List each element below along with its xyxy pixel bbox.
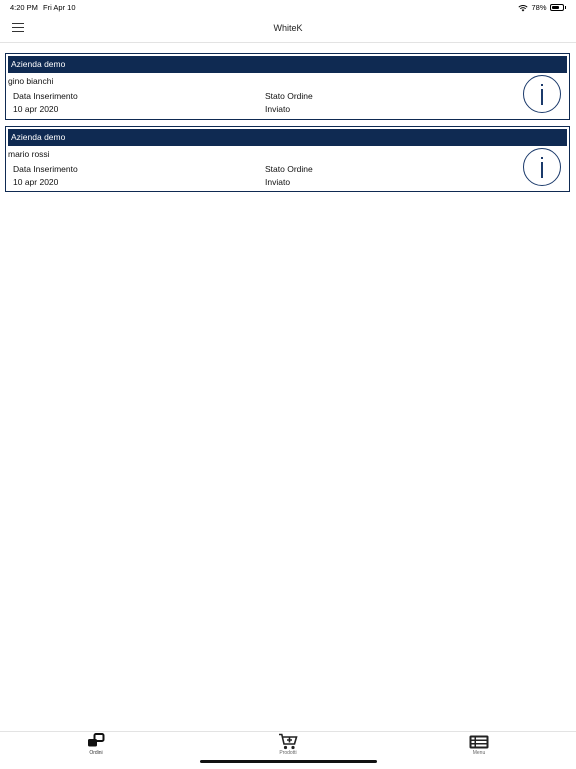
battery-tip — [564, 6, 566, 9]
order-card[interactable]: Azienda demo mario rossi Data Inseriment… — [5, 126, 570, 192]
tab-label: Ordini — [89, 750, 103, 756]
date-value: 10 apr 2020 — [13, 177, 59, 187]
battery-percent: 78% — [531, 3, 547, 12]
status-label: Stato Ordine — [265, 164, 313, 174]
info-icon[interactable] — [523, 148, 561, 186]
tab-ordini[interactable]: Ordini — [56, 732, 136, 769]
status-right: 78% — [518, 3, 566, 12]
order-company: Azienda demo — [8, 129, 567, 146]
tab-label: Prodotti — [279, 750, 297, 756]
cart-add-icon — [279, 733, 298, 750]
date-label: Data Inserimento — [13, 164, 78, 174]
status-bar: 4:20 PM Fri Apr 10 78% — [0, 0, 576, 14]
status-label: Stato Ordine — [265, 91, 313, 101]
tab-label: Menu — [472, 750, 486, 756]
order-customer: mario rossi — [8, 149, 50, 159]
orders-icon — [88, 733, 105, 747]
info-icon[interactable] — [523, 75, 561, 113]
order-card[interactable]: Azienda demo gino bianchi Data Inserimen… — [5, 53, 570, 120]
order-customer: gino bianchi — [8, 76, 54, 86]
date-value: 10 apr 2020 — [13, 104, 59, 114]
tab-prodotti[interactable]: Prodotti — [248, 732, 328, 769]
list-icon — [469, 735, 489, 749]
home-indicator[interactable] — [200, 760, 377, 763]
status-date: Fri Apr 10 — [43, 3, 76, 12]
navigation-bar: WhiteK — [0, 14, 576, 43]
status-value: Inviato — [265, 104, 291, 114]
status-value: Inviato — [265, 177, 291, 187]
status-time: 4:20 PM — [10, 3, 38, 12]
order-company: Azienda demo — [8, 56, 567, 73]
tab-bar: Ordini Prodotti Menu — [0, 731, 576, 769]
tab-menu[interactable]: Menu — [439, 732, 519, 769]
wifi-icon — [518, 4, 529, 11]
page-title: WhiteK — [273, 23, 303, 33]
date-label: Data Inserimento — [13, 91, 78, 101]
battery-icon — [549, 4, 564, 11]
